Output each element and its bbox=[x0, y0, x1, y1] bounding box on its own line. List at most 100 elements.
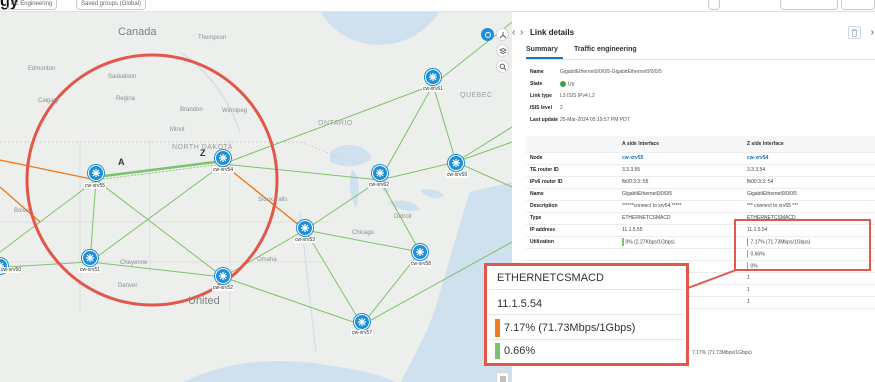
node-label-xrv57: cw-xrv57 bbox=[351, 330, 374, 336]
node-xrv62[interactable] bbox=[372, 165, 388, 181]
node-xrv58[interactable] bbox=[412, 244, 428, 260]
map-label-chicago: Chicago bbox=[352, 230, 375, 236]
zoom-callout: ETHERNETCSMACD 11.1.5.54 7.17% (71.73Mbp… bbox=[484, 263, 689, 366]
table-row: IPv6 router ID fb00:3:3::55 fb00:3:3::54 bbox=[526, 176, 875, 189]
link-type-value: L3 ISIS IPv4 L2 bbox=[560, 93, 595, 99]
map-label-cheyenne: Cheyenne bbox=[120, 260, 148, 266]
topology-button[interactable] bbox=[496, 28, 509, 41]
layers-toggle-button[interactable] bbox=[481, 28, 494, 41]
map-label-calgary: Calgary bbox=[38, 98, 59, 104]
cell-z: GigabitEthernet0/0/0/5 bbox=[742, 188, 875, 201]
zoom-ip-row: 11.1.5.54 bbox=[489, 293, 684, 315]
highlight-box bbox=[734, 219, 871, 271]
toolbar-button[interactable] bbox=[708, 0, 720, 10]
delete-button[interactable] bbox=[848, 26, 861, 39]
chevron-left-icon[interactable]: ‹ bbox=[512, 27, 515, 38]
map-label-quebec: QUEBEC bbox=[460, 92, 493, 99]
search-icon bbox=[499, 63, 506, 70]
zoom-second-row: 0.66% bbox=[489, 340, 684, 362]
zoom-utilization-text: 7.17% (71.73Mbps/1Gbps) bbox=[504, 322, 636, 334]
view-select[interactable]: ffic Engineering bbox=[6, 0, 58, 10]
topology-map[interactable]: Canada United Regina Calgary Brandon Win… bbox=[0, 12, 512, 382]
row-label: TE router ID bbox=[526, 164, 618, 177]
node-label-xrv58: cw-xrv58 bbox=[410, 261, 433, 267]
state-label: State bbox=[530, 81, 543, 87]
cell-a: GigabitEthernet0/0/0/5 bbox=[618, 188, 743, 201]
node-xrv54[interactable] bbox=[215, 150, 231, 166]
cell-a: 11.1.5.55 bbox=[618, 224, 743, 237]
link-end-z-label: Z bbox=[200, 148, 206, 158]
node-xrv53[interactable] bbox=[297, 220, 313, 236]
layers-icon bbox=[498, 47, 507, 54]
map-label-minot: Minot bbox=[170, 127, 185, 133]
cell-z: *** connect to xrv55 *** bbox=[742, 200, 875, 213]
node-z-link[interactable]: cw-xrv54 bbox=[742, 152, 875, 165]
target-icon bbox=[484, 31, 491, 38]
map-search-button[interactable] bbox=[496, 60, 509, 73]
node-label-xrv61: cw-xrv61 bbox=[422, 86, 445, 92]
node-xrv51[interactable] bbox=[82, 250, 98, 266]
cell-a: 3.3.3.55 bbox=[618, 164, 743, 177]
node-label-xrv62: cw-xrv62 bbox=[368, 182, 391, 188]
map-label-canada: Canada bbox=[118, 26, 157, 38]
router-icon bbox=[301, 224, 309, 232]
map-label-thompson: Thompson bbox=[198, 35, 227, 41]
node-a-link[interactable]: cw-xrv55 bbox=[618, 152, 743, 165]
cell-z: fb00:3:3::54 bbox=[742, 176, 875, 189]
cell-z: 1 bbox=[742, 272, 875, 285]
node-label-xrv50: cw-xrv50 bbox=[0, 267, 23, 273]
layers-button[interactable] bbox=[496, 44, 509, 57]
isis-level-label: ISIS level bbox=[530, 105, 552, 111]
node-label-xrv55: cw-xrv55 bbox=[84, 183, 107, 189]
search-input[interactable] bbox=[780, 0, 838, 10]
router-icon bbox=[429, 73, 437, 81]
list-icon bbox=[499, 376, 506, 381]
map-label-sioux-falls: Sioux Falls bbox=[258, 197, 288, 203]
collapse-panel-icon[interactable]: › bbox=[871, 27, 874, 38]
cell-z: 1 bbox=[742, 296, 875, 309]
status-up-icon bbox=[560, 81, 566, 87]
router-icon bbox=[452, 159, 460, 167]
table-row: Node cw-xrv55 cw-xrv54 bbox=[526, 152, 875, 165]
zoom-utilization-row: 7.17% (71.73Mbps/1Gbps) bbox=[489, 316, 684, 340]
utilization-bar bbox=[495, 343, 500, 359]
zoom-ip-text: 11.1.5.54 bbox=[497, 298, 543, 310]
tab-divider bbox=[526, 59, 875, 60]
map-label-boise: Boise bbox=[14, 208, 30, 214]
cell-a: 0% (2.27Kbps/1Gbps) bbox=[618, 236, 743, 249]
table-row: Description ******connect to xrv54 *****… bbox=[526, 200, 875, 213]
row-label: Node bbox=[526, 152, 618, 165]
node-label-xrv52: cw-xrv52 bbox=[212, 285, 235, 291]
map-label-denver: Denver bbox=[118, 283, 138, 289]
node-xrv52[interactable] bbox=[215, 268, 231, 284]
node-label-xrv53: cw-xrv53 bbox=[294, 237, 317, 243]
state-text: Up bbox=[568, 81, 575, 88]
panel-title: Link details bbox=[530, 28, 575, 37]
map-label-detroit: Detroit bbox=[394, 214, 412, 220]
utilization-a-text: 0% (2.27Kbps/1Gbps) bbox=[625, 239, 675, 246]
cell-z: 1 bbox=[742, 284, 875, 297]
tab-traffic-engineering[interactable]: Traffic engineering bbox=[574, 46, 637, 53]
table-row: TE router ID 3.3.3.55 3.3.3.54 bbox=[526, 164, 875, 177]
link-end-a-label: A bbox=[118, 157, 125, 167]
table-header-z: Z side Interface bbox=[742, 136, 875, 153]
node-xrv61[interactable] bbox=[425, 69, 441, 85]
node-label-xrv54: cw-xrv54 bbox=[212, 167, 235, 173]
tab-summary[interactable]: Summary bbox=[526, 46, 558, 53]
node-xrv55[interactable] bbox=[88, 165, 104, 181]
router-icon bbox=[358, 318, 366, 326]
router-icon bbox=[219, 154, 227, 162]
map-label-brandon: Brandon bbox=[180, 107, 203, 113]
toolbar-menu[interactable] bbox=[841, 0, 875, 10]
name-value: GigabitEthernet0/0/0/5-GigabitEthernet0/… bbox=[560, 69, 662, 75]
node-xrv59[interactable] bbox=[448, 155, 464, 171]
cell-z: 3.3.3.54 bbox=[742, 164, 875, 177]
utilization-bar bbox=[622, 238, 624, 246]
map-list-button[interactable] bbox=[496, 372, 509, 382]
saved-groups-select[interactable]: Saved groups (Global) bbox=[76, 0, 147, 10]
router-icon bbox=[86, 254, 94, 262]
node-xrv57[interactable] bbox=[354, 314, 370, 330]
node-label-xrv59: cw-xrv59 bbox=[446, 172, 469, 178]
table-header bbox=[526, 136, 618, 153]
chevron-right-icon[interactable]: › bbox=[520, 27, 523, 38]
